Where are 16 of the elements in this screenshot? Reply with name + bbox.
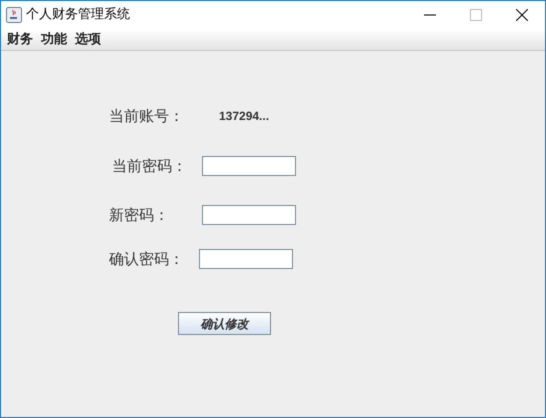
menu-item[interactable]: 财务 <box>5 30 39 50</box>
password-field[interactable] <box>202 204 296 225</box>
close-icon[interactable] <box>516 9 528 21</box>
java-cup-icon <box>6 7 22 23</box>
field-label: 当前密码： <box>112 156 188 177</box>
field-label: 确认密码： <box>109 249 185 270</box>
confirm-button[interactable]: 确认修改 <box>178 312 271 335</box>
account-label: 当前账号： <box>109 106 185 127</box>
window-title: 个人财务管理系统 <box>26 6 130 24</box>
password-field[interactable] <box>199 249 293 270</box>
password-field[interactable] <box>202 156 296 176</box>
menu-item[interactable]: 选项 <box>73 30 107 50</box>
menu-item[interactable]: 功能 <box>39 30 73 50</box>
account-number: 137294... <box>219 108 270 125</box>
field-label: 新密码： <box>109 204 170 226</box>
maximize-icon[interactable] <box>470 9 482 21</box>
